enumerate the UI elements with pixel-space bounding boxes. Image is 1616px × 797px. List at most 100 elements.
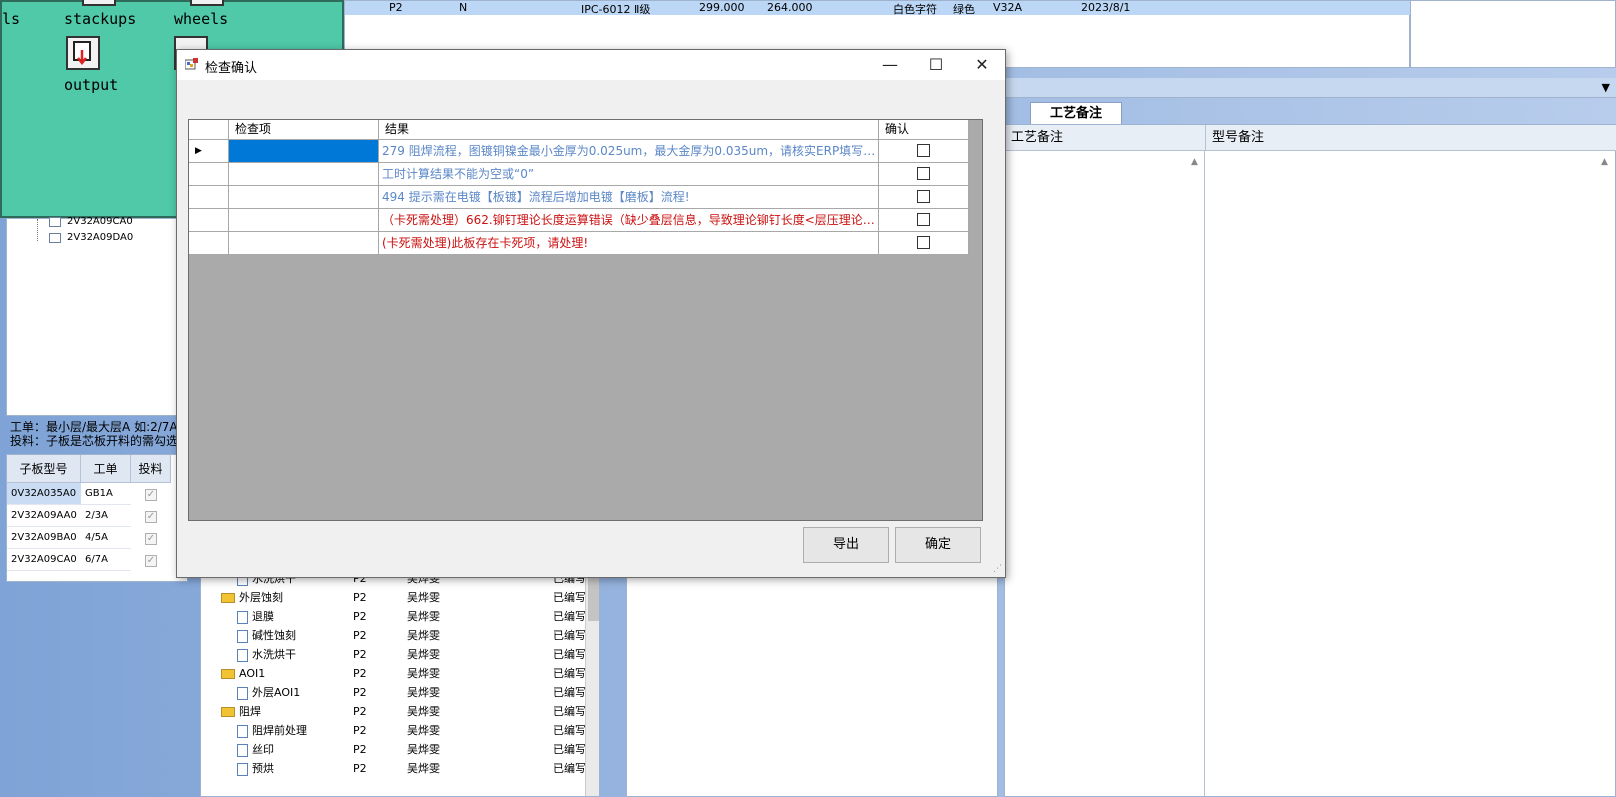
table-row[interactable]: 阻焊前处理 P2 吴烨雯 已编写 — [201, 721, 599, 740]
table-row[interactable]: 阻焊 P2 吴烨雯 已编写 — [201, 702, 599, 721]
process-name[interactable]: 退膜 — [237, 607, 274, 626]
confirm-checkbox[interactable] — [917, 236, 930, 249]
table-cell-order[interactable]: 4/5A — [81, 527, 131, 549]
dialog-title-bar[interactable]: 检查确认 — ☐ ✕ — [177, 50, 1005, 80]
row-header[interactable] — [189, 163, 229, 186]
process-name[interactable]: 外层AOI1 — [237, 683, 300, 702]
dropdown-arrow-icon[interactable]: ▼ — [1602, 81, 1610, 94]
process-name[interactable]: 阻焊 — [221, 702, 261, 721]
result-cell[interactable]: (卡死需处理)此板存在卡死项，请处理! — [379, 232, 879, 255]
process-owner: 吴烨雯 — [407, 629, 440, 642]
process-layer: P2 — [353, 667, 367, 680]
table-row[interactable]: AOI1 P2 吴烨雯 已编写 — [201, 664, 599, 683]
confirm-cell[interactable] — [879, 163, 969, 186]
check-item-cell[interactable] — [229, 209, 379, 232]
check-item-cell[interactable] — [229, 232, 379, 255]
node-icon — [49, 217, 61, 227]
check-confirm-dialog: 检查确认 — ☐ ✕ 检查项 结果 确认 ▶ 279 阻焊流程，图镀铜镍金最小金… — [176, 49, 1006, 578]
col-header-result[interactable]: 结果 — [379, 120, 879, 140]
check-item-cell[interactable] — [229, 186, 379, 209]
table-cell-order[interactable]: GB1A — [81, 483, 131, 505]
confirm-checkbox[interactable] — [917, 144, 930, 157]
table-cell-model[interactable]: 2V32A09BA0 — [7, 527, 81, 549]
child-board-table[interactable]: 子板型号 工单 投料 0V32A035A0 GB1A ✓ 2V32A09AA0 … — [6, 454, 188, 582]
process-name[interactable]: 碱性蚀刻 — [237, 626, 296, 645]
process-owner: 吴烨雯 — [407, 724, 440, 737]
table-cell-order[interactable]: 2/3A — [81, 505, 131, 527]
board-tree[interactable]: 2V32A09CA0 2V32A09DA0 — [6, 216, 186, 416]
row-header[interactable] — [189, 209, 229, 232]
feed-checkbox: ✓ — [145, 489, 157, 501]
selected-grid-row[interactable]: P2 N IPC-6012 Ⅱ级 299.000 264.000 白色字符 绿色… — [345, 1, 1411, 16]
close-button[interactable]: ✕ — [959, 50, 1005, 80]
resize-grip-icon[interactable]: ⋰ — [993, 565, 1003, 575]
confirm-cell[interactable] — [879, 140, 969, 163]
col-header-check-item[interactable]: 检查项 — [229, 120, 379, 140]
process-name[interactable]: 预烘 — [237, 759, 274, 778]
row-pointer-icon[interactable]: ▶ — [189, 140, 229, 163]
table-row[interactable]: 碱性蚀刻 P2 吴烨雯 已编写 — [201, 626, 599, 645]
table-cell-model[interactable]: 0V32A035A0 — [7, 483, 81, 505]
minimize-button[interactable]: — — [867, 50, 913, 80]
result-cell[interactable]: 工时计算结果不能为空或“0” — [379, 163, 879, 186]
table-cell-model[interactable]: 2V32A09CA0 — [7, 549, 81, 571]
process-status: 已编写 — [553, 743, 586, 756]
col-header-feed[interactable]: 投料 — [131, 455, 171, 483]
tree-node[interactable]: 2V32A09DA0 — [67, 232, 133, 243]
confirm-cell[interactable] — [879, 232, 969, 255]
vertical-scrollbar[interactable] — [585, 571, 599, 796]
table-row[interactable]: 水洗烘干 P2 吴烨雯 已编写 — [201, 645, 599, 664]
tab-process-remark[interactable]: 工艺备注 — [1030, 102, 1122, 124]
result-cell[interactable]: 279 阻焊流程，图镀铜镍金最小金厚为0.025um，最大金厚为0.035um，… — [379, 140, 879, 163]
row-header[interactable] — [189, 186, 229, 209]
table-row[interactable]: 丝印 P2 吴烨雯 已编写 — [201, 740, 599, 759]
right-toolbar-strip: ▼ — [1004, 78, 1616, 98]
process-name[interactable]: AOI1 — [221, 664, 265, 683]
table-row[interactable]: 退膜 P2 吴烨雯 已编写 — [201, 607, 599, 626]
result-cell[interactable]: 494 提示需在电镀【板镀】流程后增加电镀【磨板】流程! — [379, 186, 879, 209]
module-label-ls: ls — [2, 10, 21, 28]
process-name[interactable]: 水洗烘干 — [237, 645, 296, 664]
row-header[interactable] — [189, 232, 229, 255]
confirm-cell[interactable] — [879, 186, 969, 209]
check-item-cell[interactable] — [229, 140, 379, 163]
scroll-up-icon[interactable]: ▲ — [1191, 157, 1198, 167]
result-cell[interactable]: （卡死需处理）662.铆钉理论长度运算错误（缺少叠层信息，导致理论铆钉长度<层压… — [379, 209, 879, 232]
table-row[interactable]: 外层AOI1 P2 吴烨雯 已编写 — [201, 683, 599, 702]
col-header-model[interactable]: 子板型号 — [7, 455, 81, 483]
process-layer: P2 — [353, 591, 367, 604]
ok-button[interactable]: 确定 — [895, 527, 981, 563]
folder-icon — [221, 707, 235, 717]
check-result-grid[interactable]: 检查项 结果 确认 ▶ 279 阻焊流程，图镀铜镍金最小金厚为0.025um，最… — [188, 119, 983, 521]
table-cell-model[interactable]: 2V32A09AA0 — [7, 505, 81, 527]
process-name[interactable]: 丝印 — [237, 740, 274, 759]
process-status: 已编写 — [553, 762, 586, 775]
process-remark-field[interactable] — [1005, 151, 1205, 796]
stackups-icon[interactable] — [82, 0, 116, 6]
model-remark-field[interactable] — [1205, 151, 1616, 796]
confirm-checkbox[interactable] — [917, 167, 930, 180]
process-name[interactable]: 外层蚀刻 — [221, 588, 283, 607]
table-row[interactable]: 预烘 P2 吴烨雯 已编写 — [201, 759, 599, 778]
confirm-cell[interactable] — [879, 209, 969, 232]
confirm-checkbox[interactable] — [917, 190, 930, 203]
output-icon[interactable] — [66, 36, 100, 70]
feed-checkbox: ✓ — [145, 533, 157, 545]
tree-line — [37, 219, 38, 241]
check-item-cell[interactable] — [229, 163, 379, 186]
maximize-button[interactable]: ☐ — [913, 50, 959, 80]
process-name[interactable]: 阻焊前处理 — [237, 721, 307, 740]
col-header-confirm[interactable]: 确认 — [879, 120, 969, 140]
export-button[interactable]: 导出 — [803, 527, 889, 563]
tree-node[interactable]: 2V32A09CA0 — [67, 216, 133, 227]
feed-checkbox: ✓ — [145, 511, 157, 523]
col-header-order[interactable]: 工单 — [81, 455, 131, 483]
table-row[interactable]: 外层蚀刻 P2 吴烨雯 已编写 — [201, 588, 599, 607]
scroll-up-icon[interactable]: ▲ — [1601, 157, 1608, 167]
confirm-checkbox[interactable] — [917, 213, 930, 226]
process-tree-table[interactable]: 预烘 P2 吴烨雯 已编写 丝印 P2 吴烨雯 已编写 阻焊前处理 P2 吴烨雯 已编写 阻焊 P2 吴烨雯… — [200, 570, 600, 797]
scrollbar-thumb[interactable] — [588, 571, 599, 621]
wheels-icon[interactable] — [190, 0, 224, 6]
table-cell-order[interactable]: 6/7A — [81, 549, 131, 571]
process-owner: 吴烨雯 — [407, 610, 440, 623]
